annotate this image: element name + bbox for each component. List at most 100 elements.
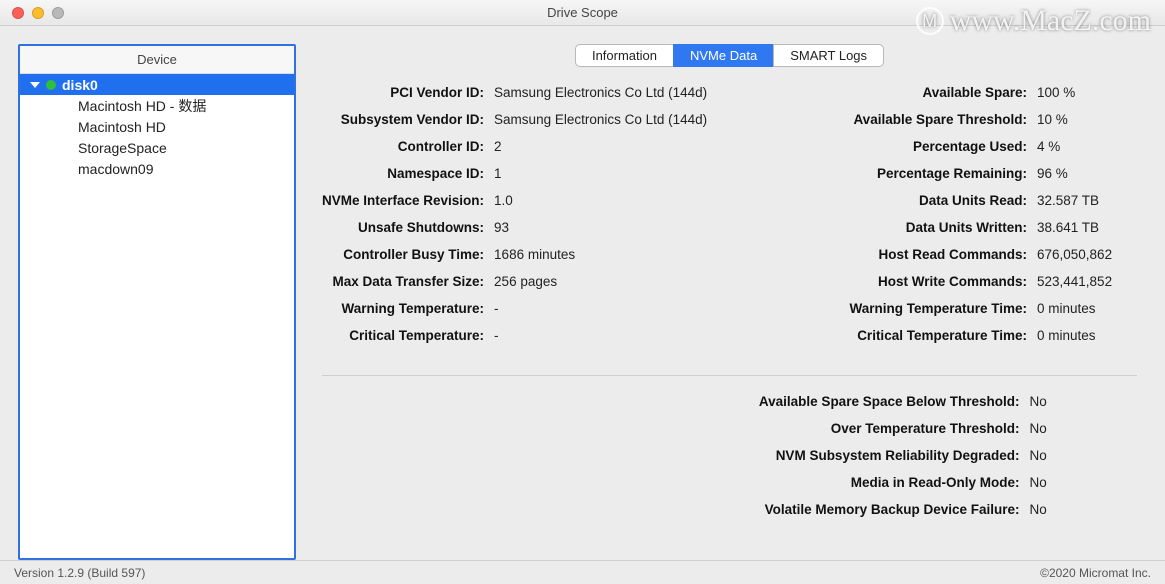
status-label: Available Spare Space Below Threshold: bbox=[370, 394, 1020, 409]
info-row: Max Data Transfer Size: 256 pages bbox=[322, 274, 724, 301]
status-dot-icon bbox=[46, 80, 56, 90]
status-value: No bbox=[1030, 475, 1090, 490]
device-row-volume[interactable]: macdown09 bbox=[20, 158, 294, 179]
device-row-volume[interactable]: Macintosh HD - 数据 bbox=[20, 95, 294, 116]
info-value: 676,050,862 bbox=[1037, 247, 1137, 262]
info-label: Warning Temperature Time: bbox=[764, 301, 1027, 316]
info-value: 0 minutes bbox=[1037, 301, 1137, 316]
sidebar-header: Device bbox=[20, 46, 294, 74]
info-label: Data Units Written: bbox=[764, 220, 1027, 235]
device-row-volume[interactable]: Macintosh HD bbox=[20, 116, 294, 137]
device-sidebar: Device disk0 Macintosh HD - 数据 Macintosh… bbox=[18, 44, 296, 560]
info-label: Available Spare: bbox=[764, 85, 1027, 100]
info-value: 38.641 TB bbox=[1037, 220, 1137, 235]
info-label: Percentage Remaining: bbox=[764, 166, 1027, 181]
status-value: No bbox=[1030, 448, 1090, 463]
info-label: Controller Busy Time: bbox=[322, 247, 484, 262]
info-value: 96 % bbox=[1037, 166, 1137, 181]
status-value: No bbox=[1030, 394, 1090, 409]
info-value: 1686 minutes bbox=[494, 247, 724, 262]
info-label: Namespace ID: bbox=[322, 166, 484, 181]
info-label: NVMe Interface Revision: bbox=[322, 193, 484, 208]
info-label: PCI Vendor ID: bbox=[322, 85, 484, 100]
status-label: Media in Read-Only Mode: bbox=[370, 475, 1020, 490]
status-label: NVM Subsystem Reliability Degraded: bbox=[370, 448, 1020, 463]
info-label: Warning Temperature: bbox=[322, 301, 484, 316]
info-value: 523,441,852 bbox=[1037, 274, 1137, 289]
info-value: 32.587 TB bbox=[1037, 193, 1137, 208]
info-value: 100 % bbox=[1037, 85, 1137, 100]
info-label: Data Units Read: bbox=[764, 193, 1027, 208]
info-label: Critical Temperature Time: bbox=[764, 328, 1027, 343]
window-title: Drive Scope bbox=[0, 5, 1165, 20]
right-column: Available Spare: 100 % Available Spare Th… bbox=[764, 85, 1137, 355]
info-row: Available Spare Threshold:10 % bbox=[764, 112, 1137, 139]
info-label: Max Data Transfer Size: bbox=[322, 274, 484, 289]
info-row: Host Write Commands: 523,441,852 bbox=[764, 274, 1137, 301]
info-row: Warning Temperature Time: 0 minutes bbox=[764, 301, 1137, 328]
status-row: Media in Read-Only Mode: No bbox=[370, 475, 1090, 502]
status-row: Over Temperature Threshold: No bbox=[370, 421, 1090, 448]
device-list[interactable]: disk0 Macintosh HD - 数据 Macintosh HD Sto… bbox=[20, 74, 294, 558]
tab-bar: Information NVMe Data SMART Logs bbox=[312, 44, 1147, 67]
info-row: Data Units Written: 38.641 TB bbox=[764, 220, 1137, 247]
tab-nvme-data[interactable]: NVMe Data bbox=[673, 44, 774, 67]
info-label: Controller ID: bbox=[322, 139, 484, 154]
copyright-text: ©2020 Micromat Inc. bbox=[1040, 566, 1151, 580]
info-row: Warning Temperature:- bbox=[322, 301, 724, 328]
info-value: - bbox=[494, 301, 724, 316]
device-label: Macintosh HD bbox=[78, 119, 166, 135]
info-row: PCI Vendor ID: Samsung Electronics Co Ltd… bbox=[322, 85, 724, 112]
info-row: Critical Temperature:- bbox=[322, 328, 724, 355]
info-label: Subsystem Vendor ID: bbox=[322, 112, 484, 127]
left-column: PCI Vendor ID: Samsung Electronics Co Ltd… bbox=[322, 85, 724, 355]
disclosure-triangle-icon[interactable] bbox=[30, 82, 40, 88]
info-label: Available Spare Threshold: bbox=[764, 112, 1027, 127]
info-value: 256 pages bbox=[494, 274, 724, 289]
tab-information[interactable]: Information bbox=[575, 44, 674, 67]
info-value: 93 bbox=[494, 220, 724, 235]
info-row: Data Units Read: 32.587 TB bbox=[764, 193, 1137, 220]
device-label: Macintosh HD - 数据 bbox=[78, 96, 206, 116]
info-row: Controller Busy Time: 1686 minutes bbox=[322, 247, 724, 274]
info-value: 0 minutes bbox=[1037, 328, 1137, 343]
status-row: Volatile Memory Backup Device Failure: No bbox=[370, 502, 1090, 529]
info-value: 1.0 bbox=[494, 193, 724, 208]
device-row-volume[interactable]: StorageSpace bbox=[20, 137, 294, 158]
info-columns: PCI Vendor ID: Samsung Electronics Co Ltd… bbox=[312, 85, 1147, 375]
info-row: Subsystem Vendor ID: Samsung Electronics … bbox=[322, 112, 724, 139]
info-label: Critical Temperature: bbox=[322, 328, 484, 343]
info-row: Percentage Remaining: 96 % bbox=[764, 166, 1137, 193]
status-label: Over Temperature Threshold: bbox=[370, 421, 1020, 436]
info-label: Unsafe Shutdowns: bbox=[322, 220, 484, 235]
info-label: Host Read Commands: bbox=[764, 247, 1027, 262]
info-row: Critical Temperature Time: 0 minutes bbox=[764, 328, 1137, 355]
status-value: No bbox=[1030, 421, 1090, 436]
info-row: NVMe Interface Revision: 1.0 bbox=[322, 193, 724, 220]
info-label: Percentage Used: bbox=[764, 139, 1027, 154]
status-row: NVM Subsystem Reliability Degraded: No bbox=[370, 448, 1090, 475]
status-section: Available Spare Space Below Threshold: No… bbox=[312, 394, 1147, 529]
info-value: Samsung Electronics Co Ltd (144d) bbox=[494, 85, 724, 100]
tab-smart-logs[interactable]: SMART Logs bbox=[773, 44, 884, 67]
info-row: Percentage Used: 4 % bbox=[764, 139, 1137, 166]
titlebar: Drive Scope bbox=[0, 0, 1165, 26]
device-label: disk0 bbox=[62, 77, 98, 93]
content-area: Device disk0 Macintosh HD - 数据 Macintosh… bbox=[0, 26, 1165, 560]
info-value: 1 bbox=[494, 166, 724, 181]
info-value: 4 % bbox=[1037, 139, 1137, 154]
section-divider bbox=[322, 375, 1137, 376]
status-label: Volatile Memory Backup Device Failure: bbox=[370, 502, 1020, 517]
device-label: StorageSpace bbox=[78, 140, 167, 156]
info-label: Host Write Commands: bbox=[764, 274, 1027, 289]
footer: Version 1.2.9 (Build 597) ©2020 Micromat… bbox=[0, 560, 1165, 584]
info-row: Unsafe Shutdowns: 93 bbox=[322, 220, 724, 247]
info-value: - bbox=[494, 328, 724, 343]
status-value: No bbox=[1030, 502, 1090, 517]
status-row: Available Spare Space Below Threshold: No bbox=[370, 394, 1090, 421]
info-row: Namespace ID: 1 bbox=[322, 166, 724, 193]
version-text: Version 1.2.9 (Build 597) bbox=[14, 566, 145, 580]
info-value: Samsung Electronics Co Ltd (144d) bbox=[494, 112, 724, 127]
info-row: Controller ID:2 bbox=[322, 139, 724, 166]
device-row-disk0[interactable]: disk0 bbox=[20, 74, 294, 95]
